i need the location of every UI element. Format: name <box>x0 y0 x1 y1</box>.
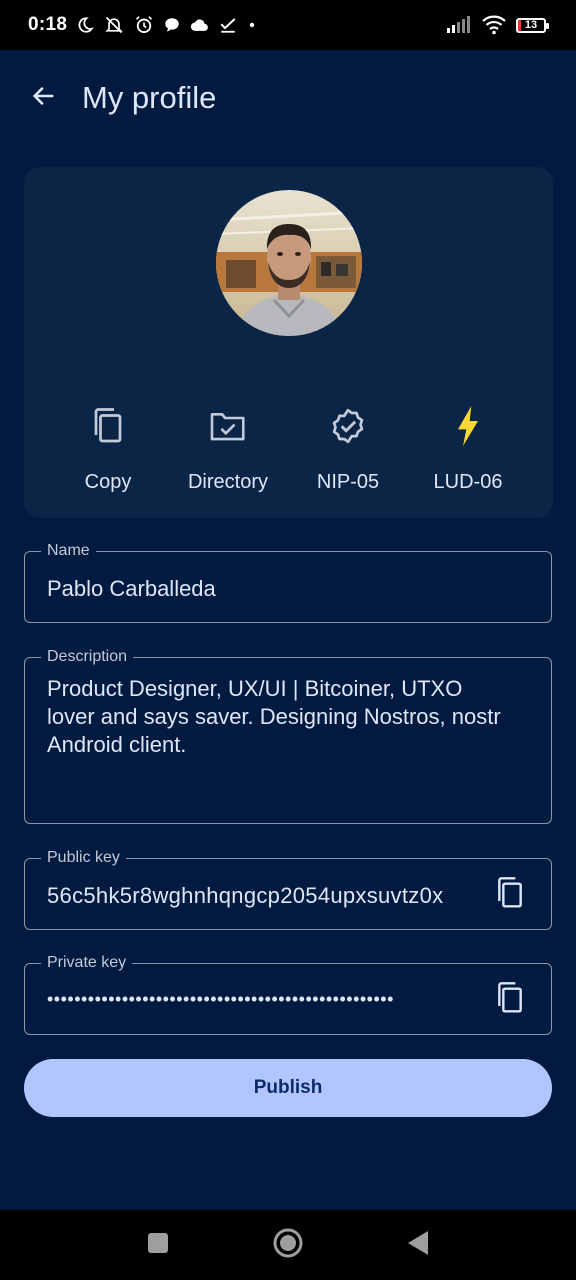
lud06-action[interactable]: LUD-06 <box>408 401 528 494</box>
copy-action[interactable]: Copy <box>48 401 168 494</box>
check-icon <box>219 16 237 34</box>
top-app-bar: My profile <box>0 50 576 146</box>
private-key-field[interactable]: Private key ••••••••••••••••••••••••••••… <box>24 953 552 1035</box>
public-key-field[interactable]: Public key 56c5hk5r8wghnhqngcp2054upxsuv… <box>24 848 552 930</box>
moon-icon <box>76 16 95 34</box>
system-nav-bar <box>0 1210 576 1280</box>
square-icon <box>147 1232 169 1259</box>
battery-icon: 13 <box>516 17 549 33</box>
triangle-back-icon <box>407 1230 429 1261</box>
private-key-field-label: Private key <box>41 953 133 973</box>
description-field-value: Product Designer, UX/UI | Bitcoiner, UTX… <box>47 676 501 757</box>
wifi-icon <box>482 15 506 35</box>
home-button[interactable] <box>223 1210 353 1280</box>
dot-icon <box>246 19 258 31</box>
cloud-icon <box>190 17 210 33</box>
arrow-left-icon <box>30 82 58 115</box>
status-bar-right: 13 <box>446 15 549 35</box>
status-time: 0:18 <box>28 14 68 35</box>
copy-private-key-button[interactable] <box>493 980 527 1021</box>
back-button[interactable] <box>20 74 68 122</box>
copy-icon <box>90 401 126 451</box>
avatar[interactable] <box>216 190 362 336</box>
lud06-action-label: LUD-06 <box>433 471 503 493</box>
alarm-icon <box>134 15 154 35</box>
name-field-label: Name <box>41 541 96 561</box>
verified-badge-icon <box>329 401 367 451</box>
public-key-field-value: 56c5hk5r8wghnhqngcp2054upxsuvtz0x <box>47 883 444 908</box>
copy-icon <box>494 980 526 1021</box>
nip05-action-label: NIP-05 <box>316 471 380 493</box>
name-field-value: Pablo Carballeda <box>47 576 216 601</box>
name-field[interactable]: Name Pablo Carballeda <box>24 541 552 623</box>
lightning-icon <box>455 401 481 451</box>
directory-action-label: Directory <box>187 471 268 493</box>
folder-check-icon <box>209 401 247 451</box>
publish-button[interactable]: Publish <box>24 1059 552 1117</box>
status-bar-left: 0:18 <box>28 14 258 36</box>
battery-level-fill <box>518 19 522 31</box>
description-field-label: Description <box>41 647 134 667</box>
copy-icon <box>494 875 526 916</box>
profile-actions: Copy Directory NIP-05 LUD-06 <box>48 401 528 494</box>
description-field[interactable]: Description Product Designer, UX/UI | Bi… <box>24 647 552 824</box>
muted-bell-icon <box>103 15 125 35</box>
back-nav-button[interactable] <box>353 1210 483 1280</box>
profile-card: Copy Directory NIP-05 LUD-06 <box>24 167 553 518</box>
copy-public-key-button[interactable] <box>493 875 527 916</box>
nip05-action[interactable]: NIP-05 <box>288 401 408 494</box>
signal-icon <box>446 16 472 34</box>
home-circle-icon <box>272 1227 304 1264</box>
chat-bubble-icon <box>163 16 181 34</box>
private-key-field-value: ••••••••••••••••••••••••••••••••••••••••… <box>47 989 394 1009</box>
status-bar: 0:18 13 <box>0 0 576 50</box>
battery-level-text: 13 <box>524 19 538 31</box>
directory-action[interactable]: Directory <box>168 401 288 494</box>
copy-action-label: Copy <box>84 471 132 493</box>
recents-button[interactable] <box>93 1210 223 1280</box>
public-key-field-label: Public key <box>41 848 126 868</box>
page-title: My profile <box>82 80 217 115</box>
